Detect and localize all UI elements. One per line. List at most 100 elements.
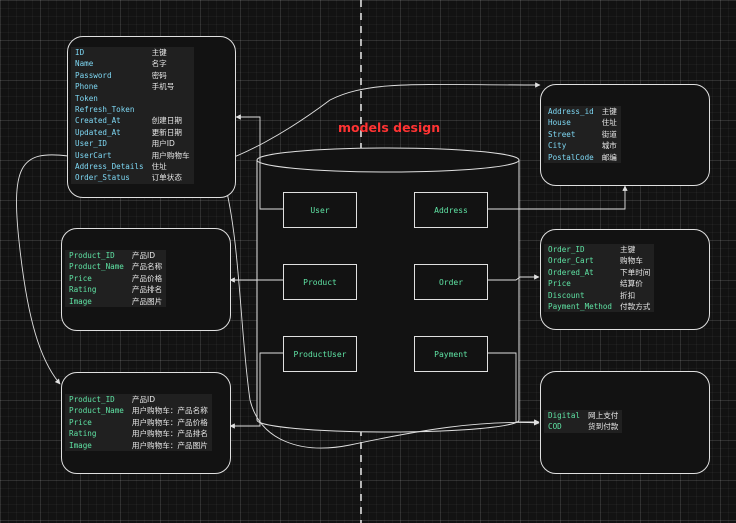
field-description: 产品ID xyxy=(131,395,156,404)
field-name: Refresh_Token xyxy=(75,105,135,115)
field-name: Discount xyxy=(548,290,585,300)
table-row: Rating 产品排名 xyxy=(65,284,166,295)
field-name: Token xyxy=(75,93,98,103)
field-description: 主键 xyxy=(601,107,617,116)
field-description: 购物车 xyxy=(620,256,643,266)
field-description: 手机号 xyxy=(151,82,175,92)
field-description: 用户购物车 xyxy=(151,150,190,160)
table-row: Street 街道 xyxy=(544,129,621,140)
field-description: 住址 xyxy=(601,118,617,128)
table-row: Order_ID 主键 xyxy=(544,244,654,255)
field-name: COD xyxy=(548,422,562,432)
entity-address: Address xyxy=(414,192,488,228)
field-name: Rating xyxy=(69,429,97,439)
table-row: Product_ID 产品ID xyxy=(65,250,166,261)
field-name: Order_Status xyxy=(75,173,130,183)
table-row: User_ID 用户ID xyxy=(71,138,194,149)
order-table: Order_ID 主键 Order_Cart 购物车 Ordered_At 下单时间 Pri… xyxy=(544,244,655,313)
field-description: 付款方式 xyxy=(620,302,651,312)
field-description xyxy=(148,104,194,115)
field-name: PostalCode xyxy=(548,152,594,162)
table-row: Order_Status 订单状态 xyxy=(71,172,194,183)
field-description: 产品图片 xyxy=(131,296,163,306)
field-name: Ordered_At xyxy=(548,267,594,277)
table-row: Image 用户购物车：产品图片 xyxy=(65,440,212,451)
table-row: Product_ID 产品ID xyxy=(65,394,212,405)
table-row: Discount 折扣 xyxy=(544,290,654,301)
table-row: Product_Name 用户购物车：产品名称 xyxy=(65,405,212,416)
product-user-table: Product_ID 产品ID Product_Name 用户购物车：产品名称 Pric… xyxy=(65,394,212,452)
field-description: 名字 xyxy=(151,59,167,69)
table-row: Product_Name 产品名称 xyxy=(65,261,166,272)
table-row: Password 密码 xyxy=(71,70,194,81)
entity-order: Order xyxy=(414,264,488,300)
field-name: Image xyxy=(69,440,92,450)
field-name: City xyxy=(548,141,567,151)
table-row: Address_id 主键 xyxy=(544,106,621,117)
table-row: Payment_Method 付款方式 xyxy=(544,301,654,312)
table-row: Token xyxy=(71,93,194,104)
field-name: Product_ID xyxy=(69,251,115,260)
field-description: 住址 xyxy=(151,162,167,172)
field-description: 货到付款 xyxy=(588,422,619,432)
entity-user: User xyxy=(283,192,357,228)
field-description: 折扣 xyxy=(620,290,636,300)
field-description: 用户购物车：产品名称 xyxy=(131,406,208,416)
product-table: Product_ID 产品ID Product_Name 产品名称 Price 产品价格 R… xyxy=(65,250,167,308)
table-row: UserCart 用户购物车 xyxy=(71,150,194,161)
field-name: Digital xyxy=(548,411,581,420)
field-name: Price xyxy=(69,273,92,283)
field-name: Password xyxy=(75,70,112,80)
address-table: Address_id 主键 House 住址 Street 街道 City 城市 PostalC… xyxy=(544,106,621,164)
table-row: House 住址 xyxy=(544,117,621,128)
field-name: Price xyxy=(69,417,92,427)
field-name: Product_ID xyxy=(69,395,115,404)
field-description: 更新日期 xyxy=(151,127,182,137)
field-name: Phone xyxy=(75,82,98,92)
field-description: 网上支付 xyxy=(588,411,619,420)
field-name: Payment_Method xyxy=(548,302,613,312)
table-row: Digital 网上支付 xyxy=(544,410,622,421)
field-description: 产品价格 xyxy=(131,273,163,283)
field-description: 街道 xyxy=(601,129,617,139)
table-row: Ordered_At 下单时间 xyxy=(544,267,654,278)
table-row: COD 货到付款 xyxy=(544,421,622,432)
database-cylinder-top xyxy=(256,147,520,173)
field-name: Address_id xyxy=(548,107,594,116)
field-name: ID xyxy=(75,48,85,57)
user-table: ID 主键 Name 名字 Password 密码 Phone 手机号 Token Refresh… xyxy=(71,47,194,184)
table-row: Price 产品价格 xyxy=(65,273,166,284)
table-row: Order_Cart 购物车 xyxy=(544,255,654,266)
field-description: 用户购物车：产品价格 xyxy=(131,417,208,427)
field-name: Updated_At xyxy=(75,127,121,137)
table-row: Created_At 创建日期 xyxy=(71,115,194,126)
field-description: 订单状态 xyxy=(151,173,182,183)
field-name: Product_Name xyxy=(69,406,124,416)
table-row: Rating 用户购物车：产品排名 xyxy=(65,428,212,439)
entity-product-user: ProductUser xyxy=(283,336,357,372)
entity-payment: Payment xyxy=(414,336,488,372)
field-name: House xyxy=(548,118,571,128)
table-row: PostalCode 邮编 xyxy=(544,152,621,163)
field-description: 产品ID xyxy=(131,251,156,260)
table-row: Name 名字 xyxy=(71,58,194,69)
field-name: Image xyxy=(69,296,92,306)
table-row: City 城市 xyxy=(544,140,621,151)
table-row: ID 主键 xyxy=(71,47,194,58)
field-name: Name xyxy=(75,59,94,69)
field-description: 用户购物车：产品图片 xyxy=(131,440,208,450)
field-description: 产品名称 xyxy=(131,262,163,272)
table-row: Phone 手机号 xyxy=(71,81,194,92)
field-description: 用户ID xyxy=(151,139,175,149)
diagram-title: models design xyxy=(338,120,441,135)
field-description xyxy=(148,93,194,104)
field-name: UserCart xyxy=(75,150,112,160)
field-description: 下单时间 xyxy=(620,267,651,277)
field-name: Order_Cart xyxy=(548,256,594,266)
field-description: 密码 xyxy=(151,70,167,80)
field-name: Address_Details xyxy=(75,162,144,172)
field-name: Created_At xyxy=(75,116,121,126)
table-row: Price 用户购物车：产品价格 xyxy=(65,417,212,428)
entity-product: Product xyxy=(283,264,357,300)
table-row: Updated_At 更新日期 xyxy=(71,127,194,138)
